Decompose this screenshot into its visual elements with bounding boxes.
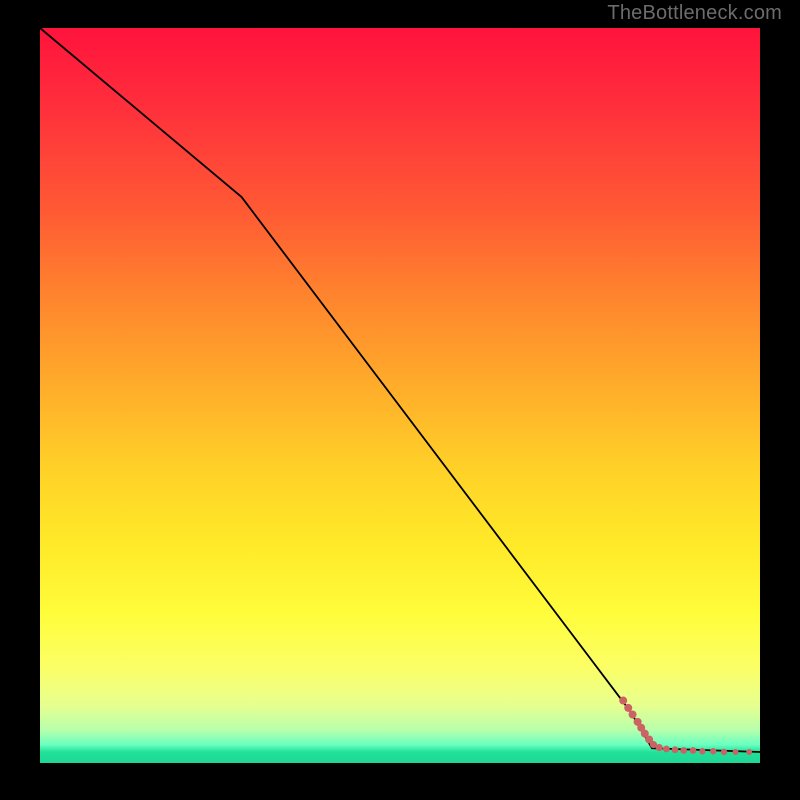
data-marker [699, 748, 705, 754]
data-marker [721, 749, 727, 755]
data-marker [672, 746, 679, 753]
bottleneck-curve [40, 28, 760, 752]
data-marker [680, 747, 687, 754]
data-marker [746, 749, 752, 755]
data-marker [619, 697, 627, 705]
chart-overlay [40, 28, 760, 763]
data-marker [663, 746, 670, 753]
data-marker [629, 710, 637, 718]
chart-frame: TheBottleneck.com [0, 0, 800, 800]
data-marker [710, 748, 716, 754]
data-marker [733, 749, 739, 755]
data-marker [656, 744, 663, 751]
watermark-text: TheBottleneck.com [607, 2, 782, 25]
data-marker [624, 704, 632, 712]
data-markers [619, 697, 752, 756]
data-marker [690, 747, 697, 754]
